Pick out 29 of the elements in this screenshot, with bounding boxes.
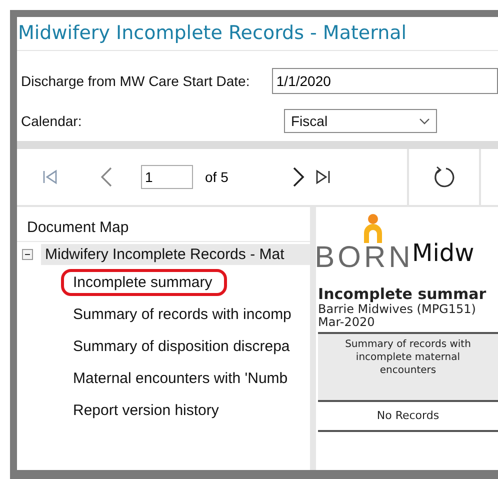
first-page-icon (41, 168, 59, 186)
chevron-right-icon (292, 166, 306, 188)
report-subtitle: Incomplete summar (318, 285, 488, 303)
document-map-title: Document Map (17, 207, 310, 242)
tree-item[interactable]: Report version history (61, 396, 234, 424)
date-field[interactable]: 1/1/2020 (272, 68, 498, 94)
page-number-field[interactable]: 1 (141, 165, 193, 189)
window-title: Midwifery Incomplete Records - Maternal (17, 17, 498, 51)
last-page-icon (314, 168, 332, 186)
calendar-dropdown[interactable]: Fiscal (284, 109, 437, 133)
logo-text: BORN (316, 243, 414, 273)
tree-item[interactable]: Midwifery Incomplete Records - Mat (41, 244, 310, 264)
tree-item[interactable]: Summary of records with incomp (61, 300, 306, 328)
tree-item[interactable]: Incomplete summary (61, 268, 228, 296)
table-header: Summary of records with incomplete maternal encounters (345, 339, 471, 376)
tree-item[interactable]: Summary of disposition discrepa (61, 332, 305, 360)
report-heading: Midw (412, 239, 474, 267)
chevron-left-icon (99, 166, 113, 188)
chevron-down-icon (419, 118, 430, 124)
period-text: Mar-2020 (318, 316, 376, 329)
parameter-label: Calendar: (21, 113, 83, 129)
refresh-icon (432, 165, 456, 189)
parameter-label: Discharge from MW Care Start Date: (21, 73, 251, 89)
tree-item[interactable]: Maternal encounters with 'Numb (61, 364, 303, 392)
person-icon (362, 213, 384, 243)
organization-text: Barrie Midwives (MPG151) (318, 303, 477, 316)
table-cell: No Records (376, 409, 440, 422)
collapse-icon[interactable] (22, 248, 33, 260)
page-count: of 5 (205, 169, 228, 185)
